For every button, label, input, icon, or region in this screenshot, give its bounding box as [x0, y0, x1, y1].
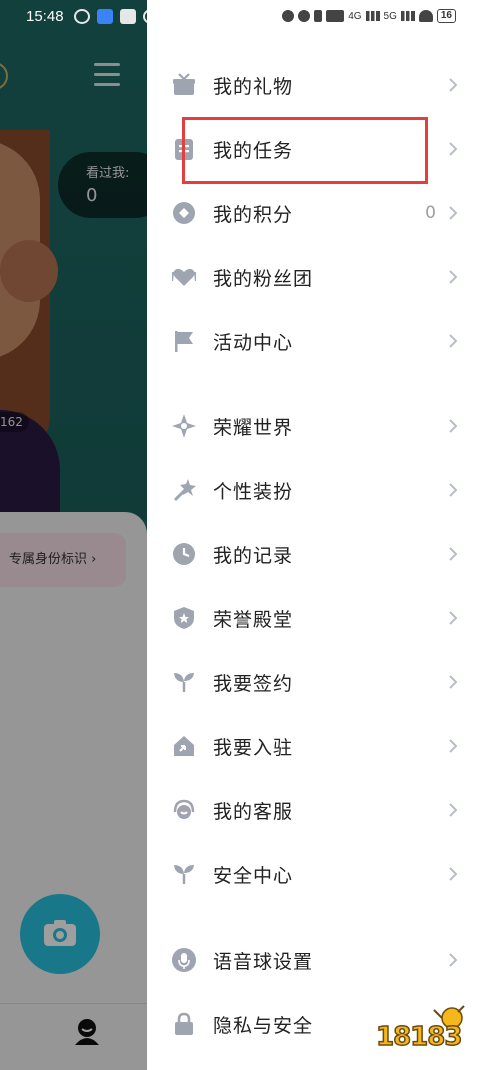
- menu-item-5[interactable]: 荣耀世界: [147, 396, 480, 456]
- menu-item-0[interactable]: 我的礼物: [147, 55, 480, 115]
- site-watermark-logo: 18183: [372, 1000, 472, 1060]
- menu-item-label: 安全中心: [213, 864, 294, 887]
- clock-icon: [173, 543, 195, 565]
- magic-wand-icon: [173, 479, 196, 502]
- chevron-right-icon: [449, 334, 458, 348]
- battery-indicator: 16: [436, 9, 456, 23]
- menu-item-6[interactable]: 个性装扮: [147, 460, 480, 520]
- sprout-icon: [174, 865, 194, 884]
- menu-item-label: 我的客服: [213, 800, 294, 823]
- chevron-right-icon: [449, 142, 458, 156]
- star-compass-icon: [172, 414, 196, 438]
- dim-overlay[interactable]: [0, 0, 147, 1070]
- flag-icon: [175, 331, 193, 352]
- menu-item-label: 活动中心: [213, 331, 294, 354]
- watermark-text: 18183: [375, 1021, 463, 1053]
- house-arrow-icon: [174, 736, 194, 756]
- menu-item-label: 我的礼物: [213, 75, 294, 98]
- menu-item-9[interactable]: 我要签约: [147, 652, 480, 712]
- mute-icon: [298, 10, 311, 22]
- chevron-right-icon: [449, 419, 458, 433]
- chevron-right-icon: [449, 547, 458, 561]
- status-time: 15:48: [26, 8, 64, 25]
- fan-club-icon: [172, 268, 196, 286]
- app-notification-icon: [97, 9, 113, 24]
- chevron-right-icon: [449, 611, 458, 625]
- sprout-icon: [174, 673, 194, 692]
- menu-item-13[interactable]: 语音球设置: [147, 930, 480, 990]
- headset-icon: [173, 799, 195, 819]
- menu-item-label: 荣耀世界: [213, 416, 294, 439]
- chevron-right-icon: [449, 206, 458, 220]
- message-icon: [120, 9, 136, 24]
- menu-item-label: 我的记录: [213, 544, 294, 567]
- bluetooth-icon: [314, 10, 323, 22]
- menu-item-label: 语音球设置: [213, 950, 314, 973]
- signal-icon-2: [400, 11, 415, 21]
- menu-item-10[interactable]: 我要入驻: [147, 716, 480, 776]
- menu-item-label: 我的积分: [213, 203, 294, 226]
- network-type: 4G: [348, 10, 362, 22]
- highlight-box: [182, 117, 428, 184]
- chevron-right-icon: [449, 953, 458, 967]
- weibo-icon: [74, 9, 90, 24]
- points-icon: [173, 202, 195, 224]
- microphone-icon: [172, 948, 196, 972]
- menu-item-label: 我的粉丝团: [213, 267, 314, 290]
- status-right-icons: 4G 5G 16: [282, 9, 456, 23]
- menu-item-label: 个性装扮: [213, 480, 294, 503]
- menu-item-label: 我要签约: [213, 672, 294, 695]
- alarm-icon: [282, 10, 295, 22]
- chevron-right-icon: [449, 78, 458, 92]
- chevron-right-icon: [449, 867, 458, 881]
- menu-item-value: 0: [425, 203, 436, 223]
- menu-item-3[interactable]: 我的粉丝团: [147, 247, 480, 307]
- chevron-right-icon: [449, 675, 458, 689]
- chevron-right-icon: [449, 483, 458, 497]
- chevron-right-icon: [449, 270, 458, 284]
- hd-icon: [326, 10, 345, 22]
- menu-item-label: 荣誉殿堂: [213, 608, 294, 631]
- signal-icon: [365, 11, 380, 21]
- menu-item-12[interactable]: 安全中心: [147, 844, 480, 904]
- menu-item-8[interactable]: 荣誉殿堂: [147, 588, 480, 648]
- wifi-icon: [418, 10, 433, 22]
- menu-item-label: 我要入驻: [213, 736, 294, 759]
- chevron-right-icon: [449, 739, 458, 753]
- gift-icon: [173, 73, 195, 95]
- network-type-2: 5G: [383, 10, 397, 22]
- shield-star-icon: [174, 607, 194, 629]
- menu-item-11[interactable]: 我的客服: [147, 780, 480, 840]
- menu-item-label: 隐私与安全: [213, 1014, 314, 1037]
- menu-item-4[interactable]: 活动中心: [147, 311, 480, 371]
- lock-icon: [175, 1012, 193, 1035]
- menu-item-2[interactable]: 我的积分 0: [147, 183, 480, 243]
- menu-item-7[interactable]: 我的记录: [147, 524, 480, 584]
- chevron-right-icon: [449, 803, 458, 817]
